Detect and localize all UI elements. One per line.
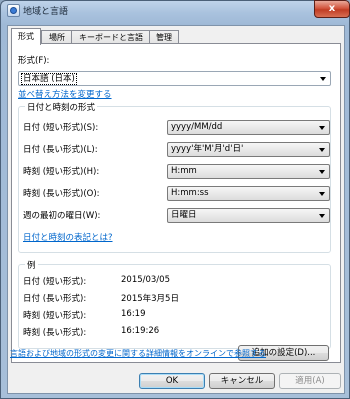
short-date-combobox[interactable]: yyyy/MM/dd [167,120,330,135]
example-long-date-value: 2015年3月5日 [121,294,179,304]
online-info-link[interactable]: 言語および地域の形式の変更に関する詳細情報をオンラインで参照する [10,348,266,359]
title-bar[interactable]: 地域と言語 x [1,0,350,21]
example-long-time-value: 16:19:26 [121,326,160,336]
short-date-label: 日付 (短い形式)(S): [23,123,99,133]
chevron-down-icon [319,148,325,152]
example-long-time-label: 時刻 (長い形式): [23,328,87,338]
example-short-date-label: 日付 (短い形式): [23,277,87,287]
long-date-value: yyyy'年'M'月'd'日' [171,144,244,154]
ok-button[interactable]: OK [139,373,205,389]
chevron-down-icon [319,126,325,130]
change-sort-method-link[interactable]: 並べ替え方法を変更する [18,88,112,100]
example-short-date-value: 2015/03/05 [121,275,170,285]
chevron-down-icon [320,77,326,81]
example-long-date-label: 日付 (長い形式): [23,294,87,304]
long-date-label: 日付 (長い形式)(L): [23,145,98,155]
tab-keyboards-languages[interactable]: キーボードと言語 [71,30,151,44]
tab-location[interactable]: 場所 [41,30,73,44]
format-panel: 形式(F): 日本語 (日本) 並べ替え方法を変更する 日付と時刻の形式 日付 … [11,43,341,363]
first-day-combobox[interactable]: 日曜日 [167,208,330,223]
tab-administrative[interactable]: 管理 [149,30,179,44]
short-time-combobox[interactable]: H:mm [167,164,330,179]
chevron-down-icon [319,170,325,174]
format-combobox[interactable]: 日本語 (日本) [18,71,331,86]
dialog-client: 形式 場所 キーボードと言語 管理 形式(F): 日本語 (日本) 並べ替え方法… [7,25,345,394]
long-date-combobox[interactable]: yyyy'年'M'月'd'日' [167,142,330,157]
cancel-button[interactable]: キャンセル [209,373,275,389]
short-date-value: yyyy/MM/dd [171,122,223,132]
dialog-window: 地域と言語 x 形式 場所 キーボードと言語 管理 形式(F): 日本語 (日本… [0,0,350,399]
short-time-value: H:mm [171,166,197,176]
first-day-value: 日曜日 [171,210,197,220]
first-day-label: 週の最初の曜日(W): [23,211,101,221]
datetime-notation-link[interactable]: 日付と時刻の表記とは? [23,231,113,243]
examples-group: 例 日付 (短い形式): 2015/03/05 日付 (長い形式): 2015年… [18,259,331,349]
datetime-format-title: 日付と時刻の形式 [25,101,98,113]
apply-button[interactable]: 適用(A) [279,373,341,389]
format-label: 形式(F): [18,56,50,66]
datetime-format-group: 日付と時刻の形式 日付 (短い形式)(S): yyyy/MM/dd 日付 (長い… [18,101,331,253]
example-short-time-value: 16:19 [121,309,146,319]
globe-icon [7,4,20,17]
long-time-combobox[interactable]: H:mm:ss [167,186,330,201]
chevron-down-icon [319,192,325,196]
long-time-value: H:mm:ss [171,188,209,198]
format-value: 日本語 (日本) [21,73,77,85]
examples-title: 例 [25,259,38,271]
window-title: 地域と言語 [23,7,69,17]
short-time-label: 時刻 (短い形式)(H): [23,167,100,177]
close-button[interactable]: x [314,0,350,18]
chevron-down-icon [319,214,325,218]
example-short-time-label: 時刻 (短い形式): [23,311,87,321]
tab-format[interactable]: 形式 [11,28,41,45]
long-time-label: 時刻 (長い形式)(O): [23,189,100,199]
